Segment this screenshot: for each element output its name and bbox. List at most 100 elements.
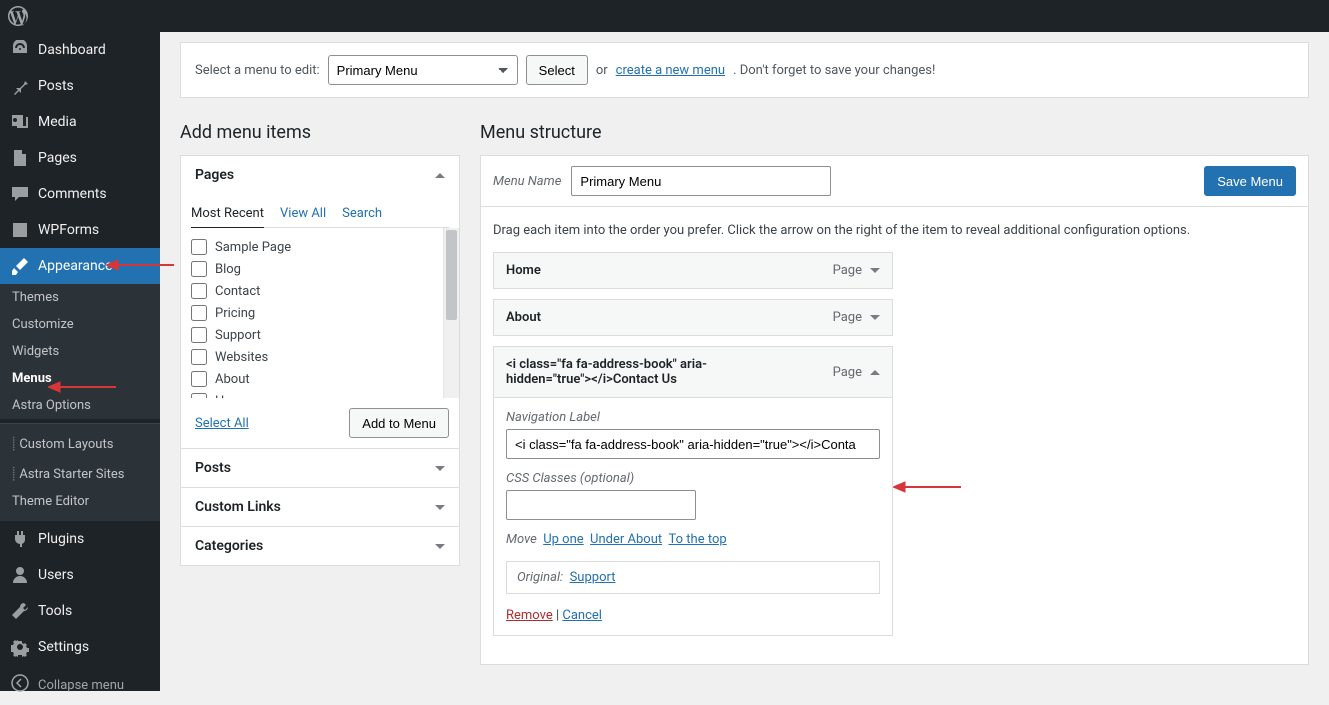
move-up-one-link[interactable]: Up one <box>543 532 583 547</box>
navigation-label-input[interactable] <box>506 429 880 459</box>
sidebar-subitem-theme-editor[interactable]: Theme Editor <box>0 488 160 521</box>
menu-item-type: Page <box>833 263 862 278</box>
sidebar-item-label: Plugins <box>38 531 84 547</box>
select-menu-label: Select a menu to edit: <box>195 63 320 78</box>
menu-item-title: About <box>506 310 541 325</box>
accordion-pages-head[interactable]: Pages <box>181 156 459 194</box>
menu-item-home[interactable]: Home Page <box>493 252 893 289</box>
sidebar-subitem-astra-options[interactable]: Astra Options <box>0 392 160 419</box>
sidebar-item-media[interactable]: Media <box>0 104 160 140</box>
sidebar-item-wpforms[interactable]: WPForms <box>0 212 160 248</box>
menu-item-type: Page <box>833 365 862 380</box>
page-checkbox[interactable] <box>191 283 207 299</box>
sidebar-item-appearance[interactable]: Appearance <box>0 248 160 284</box>
sidebar-item-comments[interactable]: Comments <box>0 176 160 212</box>
page-item[interactable]: Pricing <box>191 302 433 324</box>
move-label: Move <box>506 532 537 547</box>
sidebar-item-posts[interactable]: Posts <box>0 68 160 104</box>
sidebar-item-plugins[interactable]: Plugins <box>0 521 160 557</box>
sidebar-item-dashboard[interactable]: Dashboard <box>0 32 160 68</box>
wordpress-icon[interactable] <box>8 6 28 26</box>
accordion-posts[interactable]: Posts <box>180 448 460 488</box>
page-list: Sample Page Blog Contact Pricing Support… <box>181 228 443 398</box>
sidebar-item-label: Pages <box>38 150 77 166</box>
tab-search[interactable]: Search <box>342 200 382 227</box>
sidebar-item-users[interactable]: Users <box>0 557 160 593</box>
admin-sidebar: Dashboard Posts Media Pages Comments WPF… <box>0 32 160 691</box>
tab-view-all[interactable]: View All <box>280 200 326 227</box>
sidebar-subitem-astra-starter[interactable]: ⸽Astra Starter Sites <box>0 458 160 488</box>
nav-label: Navigation Label <box>506 410 880 425</box>
sidebar-item-label: WPForms <box>38 222 99 238</box>
page-item[interactable]: Contact <box>191 280 433 302</box>
sidebar-item-label: Tools <box>38 603 72 619</box>
move-under-about-link[interactable]: Under About <box>590 532 662 547</box>
instruction-text: Drag each item into the order you prefer… <box>493 207 1296 252</box>
accordion-title: Pages <box>195 167 234 183</box>
move-to-top-link[interactable]: To the top <box>669 532 727 547</box>
page-checkbox[interactable] <box>191 239 207 255</box>
sidebar-item-pages[interactable]: Pages <box>0 140 160 176</box>
user-icon <box>10 565 30 585</box>
accordion-title: Posts <box>195 460 231 476</box>
page-label: Websites <box>215 350 268 365</box>
select-all-link[interactable]: Select All <box>195 416 249 431</box>
sidebar-subitem-custom-layouts[interactable]: ⸽Custom Layouts <box>0 423 160 458</box>
remove-link[interactable]: Remove <box>506 608 553 623</box>
content-area: Select a menu to edit: Primary Menu Sele… <box>160 32 1329 691</box>
original-link[interactable]: Support <box>570 570 616 585</box>
accordion-categories[interactable]: Categories <box>180 526 460 566</box>
tab-most-recent[interactable]: Most Recent <box>191 200 264 228</box>
brush-icon <box>10 256 30 276</box>
sidebar-item-tools[interactable]: Tools <box>0 593 160 629</box>
cancel-link[interactable]: Cancel <box>562 608 602 623</box>
add-to-menu-button[interactable]: Add to Menu <box>349 408 449 438</box>
move-row: Move Up one Under About To the top <box>506 532 880 547</box>
sidebar-item-settings[interactable]: Settings <box>0 629 160 665</box>
sidebar-subitem-themes[interactable]: Themes <box>0 284 160 311</box>
page-label: Contact <box>215 284 260 299</box>
sidebar-subitem-menus[interactable]: Menus <box>0 365 160 392</box>
css-classes-input[interactable] <box>506 490 696 520</box>
page-label: Pricing <box>215 306 255 321</box>
create-new-menu-link[interactable]: create a new menu <box>616 63 725 78</box>
page-checkbox[interactable] <box>191 393 207 398</box>
page-item[interactable]: About <box>191 368 433 390</box>
menu-name-input[interactable] <box>571 166 831 196</box>
chevron-up-icon <box>870 370 880 375</box>
page-item[interactable]: Home <box>191 390 433 398</box>
page-item[interactable]: Sample Page <box>191 236 433 258</box>
menu-item-type: Page <box>833 310 862 325</box>
select-button[interactable]: Select <box>526 55 588 85</box>
sidebar-item-label: Comments <box>38 186 107 202</box>
page-label: Home <box>215 394 250 399</box>
media-icon <box>10 112 30 132</box>
accordion-custom-links[interactable]: Custom Links <box>180 487 460 527</box>
page-checkbox[interactable] <box>191 305 207 321</box>
collapse-menu[interactable]: Collapse menu <box>0 665 160 705</box>
sidebar-item-label: Dashboard <box>38 42 106 58</box>
page-item[interactable]: Support <box>191 324 433 346</box>
save-menu-button[interactable]: Save Menu <box>1204 166 1296 196</box>
menu-item-about[interactable]: About Page <box>493 299 893 336</box>
page-item[interactable]: Websites <box>191 346 433 368</box>
chevron-down-icon <box>435 505 445 510</box>
comments-icon <box>10 184 30 204</box>
menu-item-head[interactable]: <i class="fa fa-address-book" aria-hidde… <box>494 347 892 397</box>
scroll-thumb[interactable] <box>446 230 457 320</box>
menu-name-label: Menu Name <box>493 174 561 189</box>
sidebar-subitem-customize[interactable]: Customize <box>0 311 160 338</box>
page-checkbox[interactable] <box>191 349 207 365</box>
pages-tabs: Most Recent View All Search <box>191 200 449 228</box>
sidebar-subitem-widgets[interactable]: Widgets <box>0 338 160 365</box>
page-checkbox[interactable] <box>191 327 207 343</box>
page-checkbox[interactable] <box>191 371 207 387</box>
pages-icon <box>10 148 30 168</box>
scrollbar[interactable] <box>443 228 459 398</box>
page-checkbox[interactable] <box>191 261 207 277</box>
menu-name-bar: Menu Name Save Menu <box>480 155 1309 207</box>
menu-select[interactable]: Primary Menu <box>328 55 518 85</box>
page-item[interactable]: Blog <box>191 258 433 280</box>
add-menu-items-heading: Add menu items <box>180 122 460 143</box>
settings-icon <box>10 637 30 657</box>
